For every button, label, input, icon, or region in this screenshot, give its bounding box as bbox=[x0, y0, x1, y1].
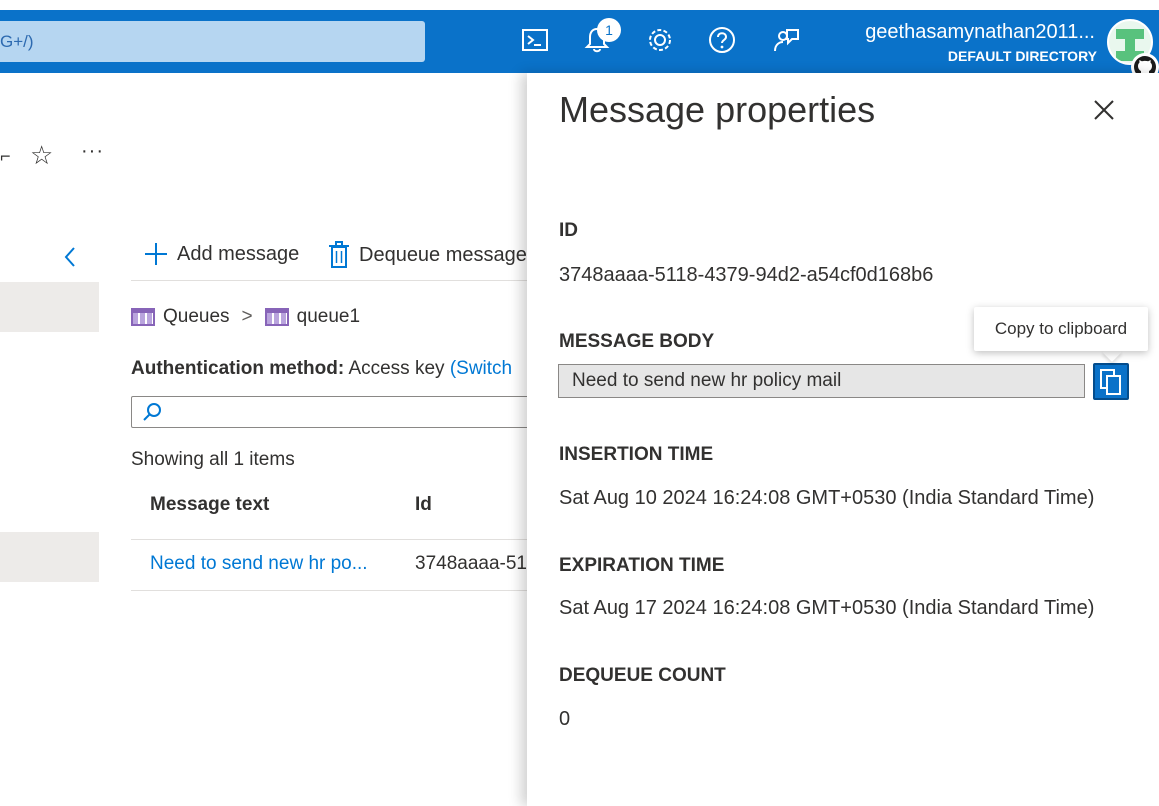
id-value: 3748aaaa-5118-4379-94d2-a54cf0d168b6 bbox=[559, 264, 934, 286]
dequeue-message-label: Dequeue message bbox=[359, 243, 527, 266]
search-text-fragment: G+/) bbox=[0, 32, 34, 51]
copy-to-clipboard-button[interactable] bbox=[1093, 363, 1129, 400]
message-body-label: MESSAGE BODY bbox=[559, 331, 715, 352]
queue-table-icon bbox=[131, 308, 155, 326]
dequeue-count-value: 0 bbox=[559, 708, 571, 730]
copy-tooltip: Copy to clipboard bbox=[974, 307, 1148, 351]
help-icon[interactable] bbox=[706, 24, 738, 56]
expiration-time-label: EXPIRATION TIME bbox=[559, 555, 725, 576]
plus-icon bbox=[145, 243, 167, 265]
nav-selected-item[interactable] bbox=[0, 282, 99, 332]
close-icon[interactable] bbox=[1089, 95, 1119, 125]
id-label: ID bbox=[559, 220, 578, 241]
expiration-time-value: Sat Aug 17 2024 16:24:08 GMT+0530 (India… bbox=[559, 597, 1095, 619]
feedback-icon[interactable] bbox=[770, 24, 802, 56]
chevron-left-icon[interactable] bbox=[62, 246, 78, 273]
add-message-label: Add message bbox=[177, 242, 300, 265]
window-top-strip bbox=[0, 0, 1159, 10]
column-header-message-text[interactable]: Message text bbox=[150, 494, 269, 516]
table-row-divider bbox=[131, 590, 527, 591]
nav-selected-item[interactable] bbox=[0, 532, 99, 582]
auth-label: Authentication method: bbox=[131, 358, 345, 379]
items-count-text: Showing all 1 items bbox=[131, 449, 295, 470]
cloud-shell-icon[interactable] bbox=[519, 24, 551, 56]
table-row-id: 3748aaaa-51 bbox=[415, 553, 527, 574]
gear-icon[interactable] bbox=[644, 24, 676, 56]
breadcrumb-separator: > bbox=[241, 306, 253, 327]
message-body-field[interactable]: Need to send new hr policy mail bbox=[558, 364, 1085, 398]
insertion-time-value: Sat Aug 10 2024 16:24:08 GMT+0530 (India… bbox=[559, 487, 1095, 509]
more-icon[interactable]: ··· bbox=[81, 140, 104, 163]
switch-auth-link[interactable]: (Switch bbox=[450, 358, 512, 379]
authentication-method: Authentication method: Access key (Switc… bbox=[131, 358, 512, 380]
column-header-id[interactable]: Id bbox=[415, 494, 432, 516]
auth-value: Access key bbox=[348, 358, 445, 379]
panel-title: Message properties bbox=[559, 89, 876, 130]
queue-blade bbox=[0, 73, 527, 806]
filter-input[interactable] bbox=[131, 396, 551, 428]
account-user-name[interactable]: geethasamynathan2011... bbox=[865, 21, 1095, 44]
dequeue-count-label: DEQUEUE COUNT bbox=[559, 665, 726, 686]
table-row-message-text[interactable]: Need to send new hr po... bbox=[150, 553, 368, 575]
copy-icon bbox=[1100, 368, 1121, 395]
notification-count-badge: 1 bbox=[597, 18, 621, 42]
breadcrumb-queues[interactable]: Queues bbox=[163, 306, 230, 328]
pin-icon[interactable]: ⌐ bbox=[0, 146, 11, 167]
add-message-button[interactable]: Add message bbox=[143, 241, 299, 267]
queue-table-icon bbox=[264, 308, 289, 326]
breadcrumb: Queues > queue1 bbox=[131, 306, 360, 328]
message-properties-panel: Message properties ID 3748aaaa-5118-4379… bbox=[527, 73, 1159, 806]
dequeue-message-button[interactable]: Dequeue message bbox=[327, 241, 527, 269]
command-bar-divider bbox=[131, 280, 527, 281]
breadcrumb-queue1[interactable]: queue1 bbox=[297, 306, 360, 328]
search-icon bbox=[142, 401, 164, 428]
trash-icon bbox=[329, 241, 349, 268]
insertion-time-label: INSERTION TIME bbox=[559, 444, 714, 465]
portal-header: G+/) 1 geethasamynathan2011... DEFAULT D… bbox=[0, 10, 1159, 81]
account-directory[interactable]: DEFAULT DIRECTORY bbox=[948, 48, 1097, 64]
star-icon[interactable]: ☆ bbox=[30, 140, 53, 171]
global-search-box[interactable]: G+/) bbox=[0, 21, 425, 62]
table-header-divider bbox=[131, 539, 527, 540]
